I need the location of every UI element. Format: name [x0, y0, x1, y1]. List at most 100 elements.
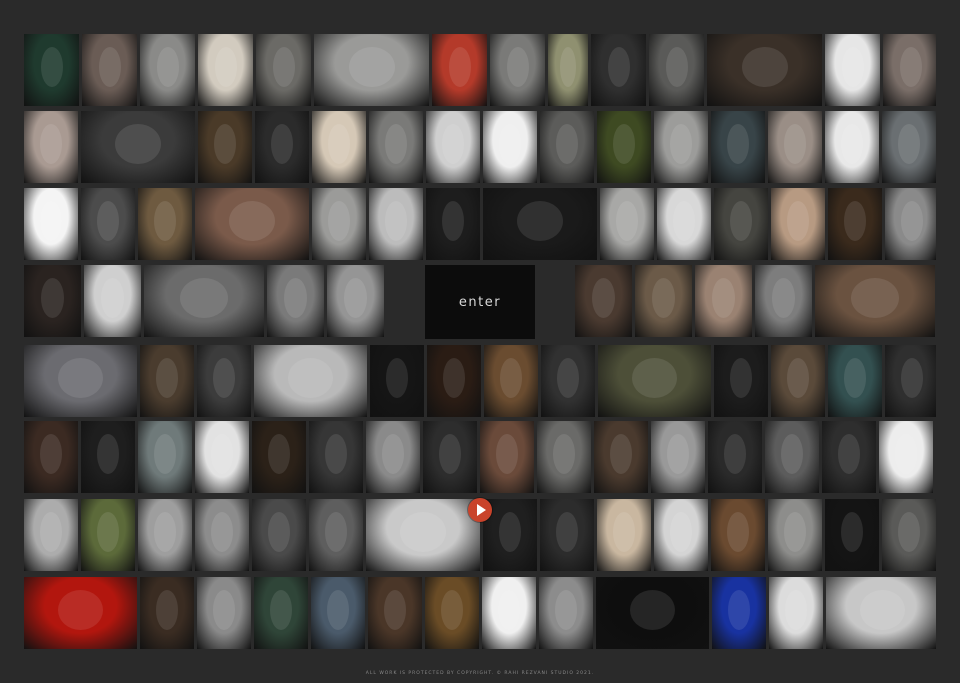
photo-tile[interactable]	[24, 577, 137, 649]
photo-tile[interactable]	[312, 111, 366, 183]
photo-tile[interactable]	[426, 188, 480, 260]
photo-tile[interactable]	[540, 111, 594, 183]
photo-tile[interactable]	[591, 34, 646, 106]
photo-tile[interactable]	[825, 111, 879, 183]
photo-tile[interactable]	[480, 421, 534, 493]
photo-tile[interactable]	[768, 111, 822, 183]
photo-tile[interactable]	[540, 499, 594, 571]
photo-tile[interactable]	[755, 265, 812, 337]
photo-tile[interactable]	[432, 34, 487, 106]
photo-tile[interactable]	[885, 345, 936, 417]
photo-tile[interactable]	[708, 421, 762, 493]
photo-tile[interactable]	[197, 345, 251, 417]
photo-tile[interactable]	[369, 188, 423, 260]
photo-tile[interactable]	[255, 111, 309, 183]
photo-tile[interactable]	[483, 188, 597, 260]
photo-tile[interactable]	[598, 345, 711, 417]
photo-tile[interactable]	[651, 421, 705, 493]
photo-tile[interactable]	[828, 188, 882, 260]
enter-button[interactable]: enter	[425, 265, 535, 339]
photo-tile[interactable]	[81, 499, 135, 571]
photo-tile[interactable]	[548, 34, 588, 106]
photo-tile[interactable]	[771, 345, 825, 417]
photo-tile[interactable]	[695, 265, 752, 337]
photo-tile[interactable]	[426, 111, 480, 183]
photo-tile[interactable]	[882, 499, 936, 571]
photo-tile[interactable]	[654, 111, 708, 183]
photo-tile[interactable]	[654, 499, 708, 571]
photo-tile[interactable]	[575, 265, 632, 337]
photo-tile[interactable]	[882, 111, 936, 183]
photo-tile[interactable]	[649, 34, 704, 106]
photo-tile[interactable]	[879, 421, 933, 493]
photo-tile[interactable]	[765, 421, 819, 493]
photo-tile[interactable]	[309, 421, 363, 493]
photo-tile[interactable]	[138, 421, 192, 493]
photo-tile[interactable]	[366, 499, 480, 571]
play-button[interactable]	[468, 498, 492, 522]
photo-tile[interactable]	[483, 111, 537, 183]
photo-tile[interactable]	[81, 188, 135, 260]
photo-tile[interactable]	[197, 577, 251, 649]
photo-tile[interactable]	[597, 111, 651, 183]
photo-tile[interactable]	[482, 577, 536, 649]
photo-tile[interactable]	[825, 34, 880, 106]
photo-tile[interactable]	[195, 188, 309, 260]
photo-tile[interactable]	[195, 421, 249, 493]
photo-tile[interactable]	[252, 499, 306, 571]
photo-tile[interactable]	[825, 499, 879, 571]
photo-tile[interactable]	[490, 34, 545, 106]
photo-tile[interactable]	[24, 421, 78, 493]
photo-tile[interactable]	[81, 111, 195, 183]
photo-tile[interactable]	[369, 111, 423, 183]
photo-tile[interactable]	[254, 345, 367, 417]
photo-tile[interactable]	[711, 499, 765, 571]
photo-tile[interactable]	[252, 421, 306, 493]
photo-tile[interactable]	[24, 265, 81, 337]
photo-tile[interactable]	[138, 188, 192, 260]
photo-tile[interactable]	[84, 265, 141, 337]
photo-tile[interactable]	[635, 265, 692, 337]
photo-tile[interactable]	[140, 345, 194, 417]
photo-tile[interactable]	[311, 577, 365, 649]
photo-tile[interactable]	[822, 421, 876, 493]
photo-tile[interactable]	[707, 34, 822, 106]
photo-tile[interactable]	[768, 499, 822, 571]
photo-tile[interactable]	[883, 34, 936, 106]
photo-tile[interactable]	[828, 345, 882, 417]
photo-tile[interactable]	[370, 345, 424, 417]
photo-tile[interactable]	[314, 34, 429, 106]
photo-tile[interactable]	[140, 34, 195, 106]
photo-tile[interactable]	[657, 188, 711, 260]
photo-tile[interactable]	[24, 345, 137, 417]
photo-tile[interactable]	[138, 499, 192, 571]
photo-tile[interactable]	[596, 577, 709, 649]
photo-tile[interactable]	[366, 421, 420, 493]
photo-tile[interactable]	[254, 577, 308, 649]
photo-tile[interactable]	[198, 111, 252, 183]
photo-tile[interactable]	[198, 34, 253, 106]
photo-tile[interactable]	[427, 345, 481, 417]
photo-tile[interactable]	[714, 188, 768, 260]
photo-tile[interactable]	[140, 577, 194, 649]
photo-tile[interactable]	[195, 499, 249, 571]
photo-tile[interactable]	[24, 34, 79, 106]
photo-tile[interactable]	[771, 188, 825, 260]
photo-tile[interactable]	[267, 265, 324, 337]
photo-tile[interactable]	[594, 421, 648, 493]
photo-tile[interactable]	[309, 499, 363, 571]
photo-tile[interactable]	[423, 421, 477, 493]
photo-tile[interactable]	[425, 577, 479, 649]
photo-tile[interactable]	[600, 188, 654, 260]
photo-tile[interactable]	[256, 34, 311, 106]
photo-tile[interactable]	[24, 111, 78, 183]
photo-tile[interactable]	[81, 421, 135, 493]
photo-tile[interactable]	[711, 111, 765, 183]
photo-tile[interactable]	[541, 345, 595, 417]
photo-tile[interactable]	[769, 577, 823, 649]
photo-tile[interactable]	[82, 34, 137, 106]
photo-tile[interactable]	[714, 345, 768, 417]
photo-tile[interactable]	[537, 421, 591, 493]
photo-tile[interactable]	[484, 345, 538, 417]
photo-tile[interactable]	[815, 265, 935, 337]
